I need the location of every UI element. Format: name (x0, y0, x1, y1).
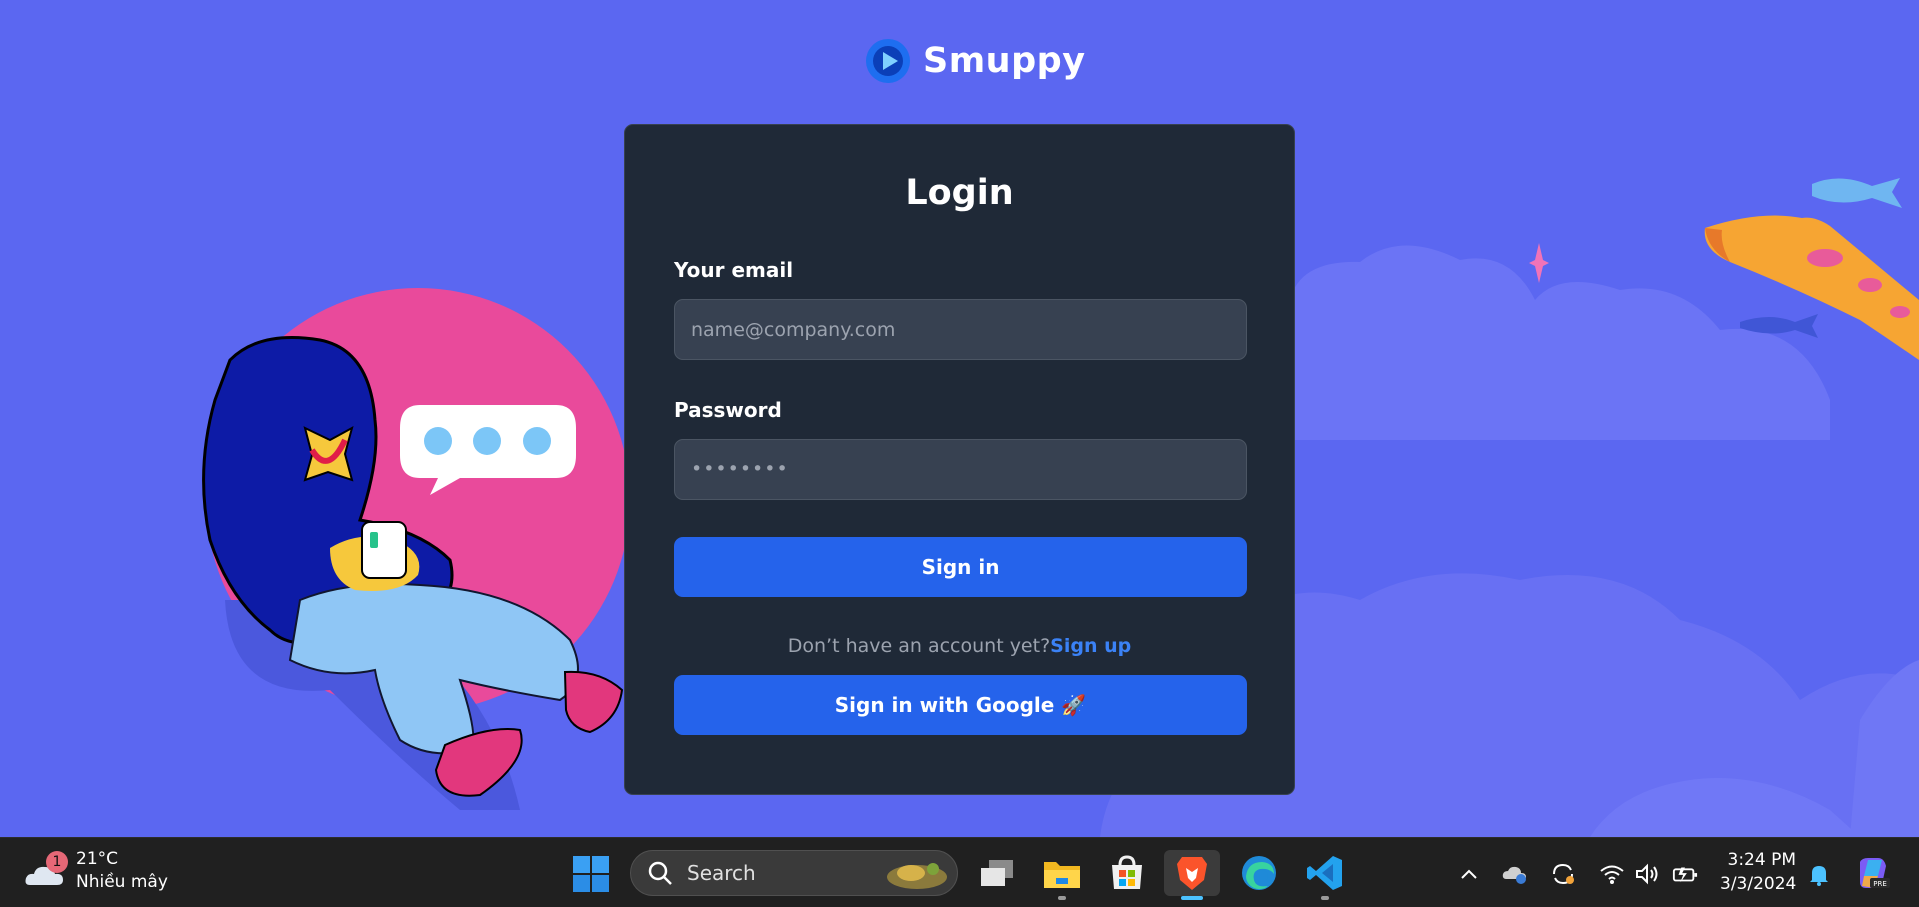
chevron-up-icon[interactable] (1456, 862, 1482, 886)
weather-temp: 21°C (76, 849, 119, 869)
fish-icon (1812, 178, 1902, 208)
no-account-text: Don’t have an account yet? (787, 635, 1051, 657)
login-page: Smuppy Login Your email Password •••••••… (0, 0, 1919, 837)
brand-name: Smuppy (923, 41, 1086, 81)
windows-start-icon[interactable] (572, 855, 610, 893)
weather-desc: Nhiều mây (76, 872, 168, 892)
sparkle-icon (1529, 243, 1549, 283)
task-view-icon[interactable] (974, 850, 1020, 896)
sign-up-link[interactable]: Sign up (1050, 635, 1131, 657)
signup-prompt: Don’t have an account yet?Sign up (625, 635, 1294, 657)
page-title: Login (905, 173, 1014, 213)
cloud-shape (1290, 245, 1830, 440)
battery-icon[interactable] (1672, 862, 1698, 886)
notification-bell-icon[interactable] (1806, 862, 1832, 886)
brave-browser-icon[interactable] (1164, 850, 1220, 900)
file-explorer-icon[interactable] (1039, 850, 1085, 900)
svg-text:PRE: PRE (1873, 880, 1887, 888)
smuppy-logo-icon (866, 39, 910, 83)
microsoft-store-icon[interactable] (1104, 850, 1150, 896)
phone (361, 521, 407, 579)
sync-icon[interactable] (1550, 862, 1576, 886)
email-field[interactable] (674, 299, 1247, 360)
cloud-icon: 1 (24, 851, 68, 891)
copilot-icon[interactable]: PRE (1856, 856, 1890, 890)
google-sign-in-button[interactable]: Sign in with Google 🚀 (674, 675, 1247, 735)
search-label: Search (687, 861, 756, 885)
taskbar-search[interactable]: Search (630, 850, 958, 896)
password-label: Password (674, 398, 782, 422)
login-card: Login Your email Password •••••••• Sign … (624, 124, 1295, 795)
vscode-icon[interactable] (1302, 850, 1348, 900)
weather-widget[interactable]: 1 21°C Nhiều mây (24, 848, 168, 894)
brand-header: Smuppy (865, 38, 1086, 84)
search-highlight-image (887, 863, 947, 889)
taskbar: 1 21°C Nhiều mây Search 3:24 PM 3/3/2024… (0, 837, 1919, 907)
clock-date: 3/3/2024 (1720, 874, 1797, 894)
password-field[interactable]: •••••••• (674, 439, 1247, 500)
onedrive-icon[interactable] (1502, 862, 1528, 886)
person-shoe (563, 670, 624, 734)
wifi-icon[interactable] (1599, 862, 1625, 886)
sign-in-button[interactable]: Sign in (674, 537, 1247, 597)
volume-icon[interactable] (1634, 862, 1660, 886)
edge-browser-icon[interactable] (1236, 850, 1282, 896)
email-label: Your email (674, 258, 794, 282)
notification-badge: 1 (46, 851, 68, 873)
clock-time: 3:24 PM (1727, 850, 1797, 870)
system-clock[interactable]: 3:24 PM 3/3/2024 (1720, 848, 1796, 896)
search-icon (648, 861, 672, 885)
